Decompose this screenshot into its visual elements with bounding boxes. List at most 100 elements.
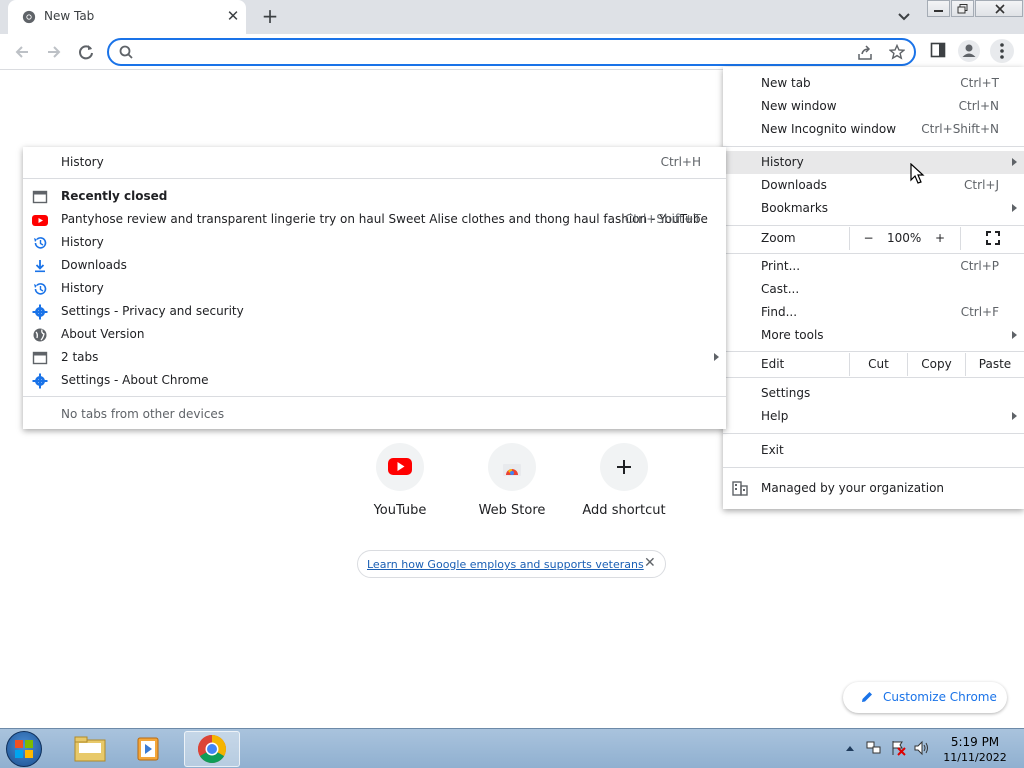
menu-item-downloads[interactable]: Downloads Ctrl+J <box>723 174 1024 197</box>
promo-banner: Learn how Google employs and supports ve… <box>357 550 666 578</box>
plus-icon <box>617 460 631 474</box>
show-hidden-icons-icon[interactable] <box>845 744 855 752</box>
zoom-in-button[interactable]: + <box>921 227 959 250</box>
menu-item-more-tools[interactable]: More tools <box>723 324 1024 347</box>
add-shortcut-button[interactable]: Add shortcut <box>574 443 674 527</box>
shortcut-label: YouTube <box>373 503 427 518</box>
menu-item-label: Settings <box>761 386 811 400</box>
omnibox-input[interactable] <box>143 43 843 61</box>
shortcut-label: Web Store <box>478 503 546 518</box>
menu-item-find[interactable]: Find... Ctrl+F <box>723 301 1024 324</box>
history-submenu-history[interactable]: History Ctrl+H <box>23 151 726 174</box>
menu-separator <box>723 253 1024 254</box>
menu-item-label: History <box>61 155 104 169</box>
menu-item-new-incognito[interactable]: New Incognito window Ctrl+Shift+N <box>723 118 1024 141</box>
promo-link[interactable]: Learn how Google employs and supports ve… <box>367 558 644 571</box>
shortcut-label: Add shortcut <box>582 503 666 518</box>
menu-item-history[interactable]: History <box>723 151 1024 174</box>
menu-item-label: About Version <box>61 327 145 341</box>
menu-separator <box>723 225 1024 226</box>
menu-item-label: Exit <box>761 443 784 457</box>
promo-close-icon[interactable]: ✕ <box>644 555 656 571</box>
menu-item-label: History <box>761 155 804 169</box>
menu-item-label: Bookmarks <box>761 201 829 215</box>
menu-item-managed[interactable]: Managed by your organization <box>723 477 1024 500</box>
menu-item-label: Settings - About Chrome <box>61 373 209 387</box>
share-icon[interactable] <box>857 45 873 61</box>
menu-item-bookmarks[interactable]: Bookmarks <box>723 197 1024 220</box>
no-tabs-from-other-devices: No tabs from other devices <box>23 403 726 426</box>
minimize-icon <box>934 10 943 12</box>
shortcut-web-store[interactable]: Web Store <box>462 443 562 527</box>
tab-title: New Tab <box>44 9 95 23</box>
recent-item-history[interactable]: History <box>23 231 726 254</box>
profile-avatar[interactable] <box>958 40 980 62</box>
omnibox[interactable] <box>107 38 916 66</box>
recent-item-about-version[interactable]: About Version <box>23 323 726 346</box>
side-panel-icon[interactable] <box>930 42 946 58</box>
settings-gear-icon <box>32 304 48 320</box>
tab-close-icon[interactable]: ✕ <box>224 7 242 25</box>
toolbar <box>0 34 1024 70</box>
taskbar-media-player[interactable] <box>122 731 178 767</box>
tab-new-tab[interactable]: New Tab ✕ <box>8 0 246 34</box>
recent-item-downloads[interactable]: Downloads <box>23 254 726 277</box>
clock-time[interactable]: 5:19 PM <box>940 735 1010 749</box>
menu-item-exit[interactable]: Exit <box>723 439 1024 462</box>
reload-icon[interactable] <box>74 40 98 64</box>
fullscreen-button[interactable] <box>960 227 1024 250</box>
recent-item-settings-privacy[interactable]: Settings - Privacy and security <box>23 300 726 323</box>
bookmark-star-icon[interactable] <box>889 44 905 60</box>
menu-item-help[interactable]: Help <box>723 405 1024 428</box>
start-button[interactable] <box>6 731 42 767</box>
menu-item-cast[interactable]: Cast... <box>723 278 1024 301</box>
paste-button[interactable]: Paste <box>965 353 1024 376</box>
new-tab-button[interactable]: + <box>259 5 281 27</box>
copy-button[interactable]: Copy <box>907 353 965 376</box>
menu-item-shortcut: Ctrl+P <box>960 259 999 273</box>
recently-closed-header: Recently closed <box>23 185 726 208</box>
recent-item-history[interactable]: History <box>23 277 726 300</box>
zoom-out-button[interactable]: − <box>849 227 887 250</box>
menu-item-label: History <box>61 281 104 295</box>
menu-separator <box>723 377 1024 378</box>
menu-item-settings[interactable]: Settings <box>723 382 1024 405</box>
back-arrow-icon[interactable] <box>10 40 34 64</box>
chrome-menu-button[interactable] <box>990 39 1014 63</box>
volume-icon[interactable] <box>914 740 930 756</box>
building-icon <box>732 481 748 496</box>
menu-separator <box>23 396 726 397</box>
minimize-button[interactable] <box>927 0 950 17</box>
action-center-flag-icon[interactable] <box>890 740 906 756</box>
menu-item-label: More tools <box>761 328 824 342</box>
menu-item-label: Downloads <box>761 178 827 192</box>
cut-button[interactable]: Cut <box>849 353 907 376</box>
taskbar: 5:19 PM 11/11/2022 <box>0 728 1024 768</box>
download-icon <box>35 260 45 273</box>
tab-strip: New Tab ✕ + <box>0 0 1024 34</box>
close-window-button[interactable] <box>975 0 1023 17</box>
taskbar-chrome[interactable] <box>184 731 240 767</box>
person-icon <box>962 44 976 57</box>
menu-item-new-tab[interactable]: New tab Ctrl+T <box>723 72 1024 95</box>
menu-item-new-window[interactable]: New window Ctrl+N <box>723 95 1024 118</box>
menu-separator <box>723 433 1024 434</box>
folder-icon <box>74 736 106 762</box>
recent-item-youtube[interactable]: Pantyhose review and transparent lingeri… <box>23 208 726 231</box>
menu-item-print[interactable]: Print... Ctrl+P <box>723 255 1024 278</box>
network-icon[interactable] <box>866 740 882 756</box>
windows-logo-icon <box>15 740 33 758</box>
menu-item-shortcut: Ctrl+Shift+N <box>921 122 999 136</box>
restore-button[interactable] <box>951 0 974 17</box>
recent-item-settings-about[interactable]: Settings - About Chrome <box>23 369 726 392</box>
taskbar-explorer[interactable] <box>62 731 118 767</box>
menu-item-label: 2 tabs <box>61 350 99 364</box>
tab-search-chevron-icon[interactable] <box>895 9 913 25</box>
customize-chrome-button[interactable]: Customize Chrome <box>843 682 1007 713</box>
menu-item-label: No tabs from other devices <box>61 407 225 421</box>
recent-item-2-tabs[interactable]: 2 tabs <box>23 346 726 369</box>
menu-item-label: Find... <box>761 305 798 319</box>
clock-date[interactable]: 11/11/2022 <box>940 751 1010 764</box>
forward-arrow-icon[interactable] <box>42 40 66 64</box>
shortcut-youtube[interactable]: YouTube <box>350 443 450 527</box>
